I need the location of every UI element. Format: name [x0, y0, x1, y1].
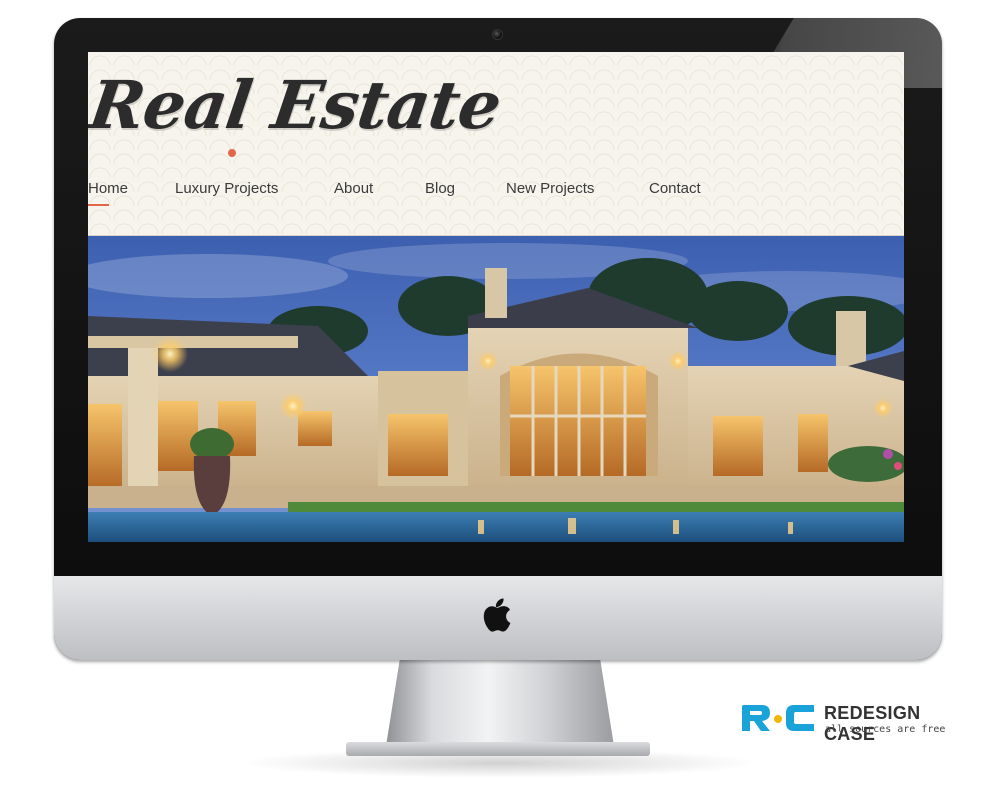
site-logo[interactable]: Real Estate [88, 66, 505, 144]
redesign-case-logo-icon [742, 705, 814, 731]
nav-luxury-projects-label: Luxury Projects [175, 180, 279, 197]
active-nav-underline [88, 204, 109, 206]
logo-accent-dot [228, 149, 236, 157]
imac-chin [54, 576, 942, 660]
nav-new-projects-label: New Projects [506, 180, 595, 197]
nav-new-projects[interactable]: New Projects [506, 180, 594, 197]
nav-about-label: About [334, 180, 374, 197]
redesign-case-branding: REDESIGN CASE all sources are free [740, 703, 970, 744]
nav-blog-label: Blog [425, 180, 456, 197]
apple-icon [483, 598, 511, 632]
house-illustration [88, 236, 904, 542]
nav-luxury-projects[interactable]: Luxury Projects [175, 180, 278, 197]
hero-image [88, 236, 904, 542]
site-header: Real Estate Home Luxury Projects About B… [88, 52, 904, 236]
camera-icon [492, 29, 503, 40]
nav-about[interactable]: About [334, 180, 373, 197]
redesign-case-subtitle: all sources are free [825, 724, 946, 735]
screen: Real Estate Home Luxury Projects About B… [88, 52, 904, 542]
nav-home[interactable]: Home [88, 180, 129, 206]
imac-stand [386, 660, 614, 746]
nav-home-label: Home [88, 180, 129, 197]
nav-blog[interactable]: Blog [425, 180, 455, 197]
imac-stand-foot [346, 742, 650, 756]
nav-contact[interactable]: Contact [649, 180, 701, 197]
nav-contact-label: Contact [649, 180, 701, 197]
